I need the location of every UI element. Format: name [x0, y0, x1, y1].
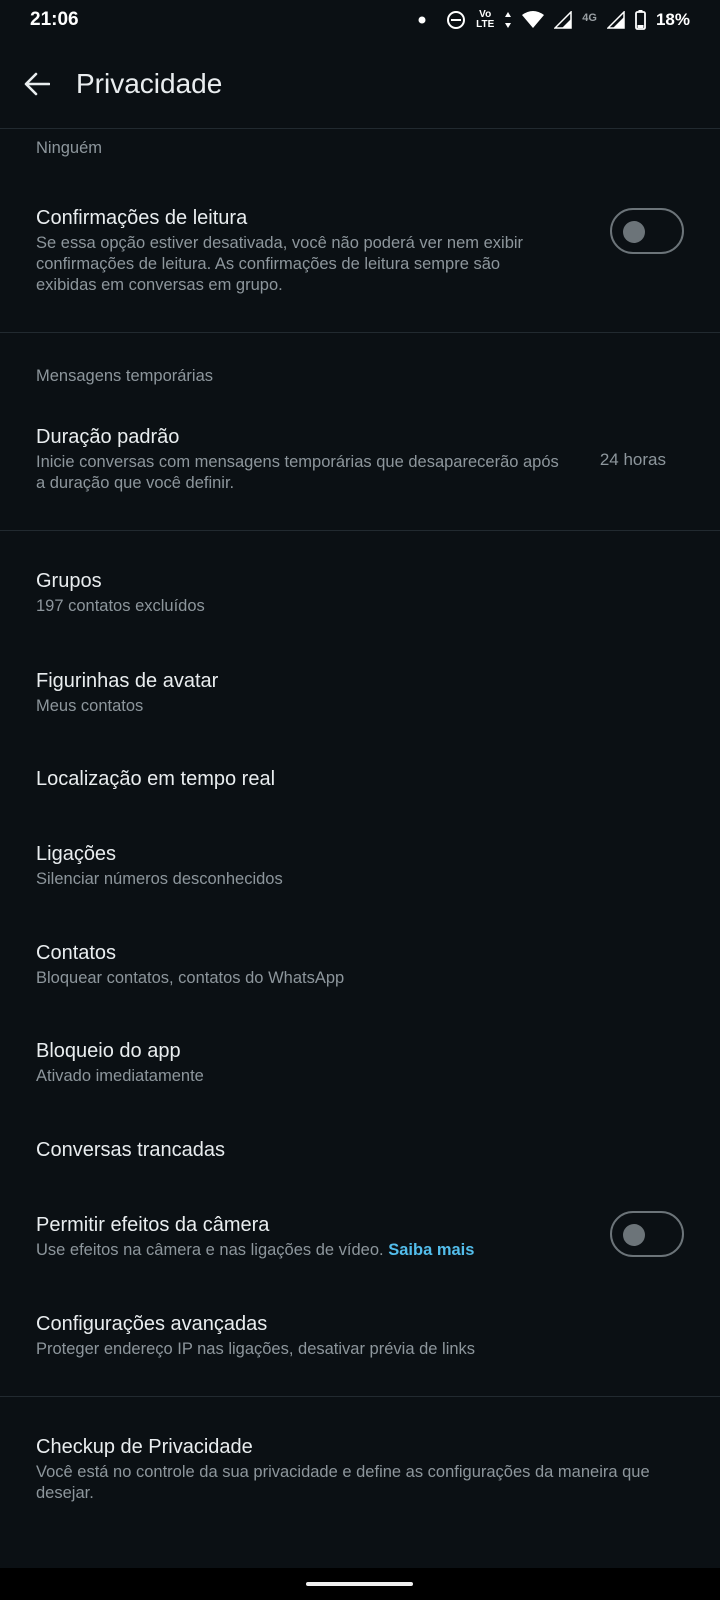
- battery-icon: [635, 10, 646, 30]
- item-subtitle: 197 contatos excluídos: [36, 597, 205, 615]
- item-subtitle: Use efeitos na câmera e nas ligações de …: [36, 1240, 570, 1261]
- app-bar: Privacidade: [0, 40, 720, 129]
- profile-visibility-item[interactable]: Ninguém: [36, 136, 684, 159]
- privacy-checkup-item[interactable]: Checkup de Privacidade Você está no cont…: [36, 1434, 684, 1504]
- item-title: Grupos: [36, 570, 102, 592]
- data-arrows-icon: [504, 11, 512, 29]
- signal-2-icon: [606, 11, 625, 29]
- toggle-knob: [623, 1224, 645, 1246]
- app-lock-item[interactable]: Bloqueio do app Ativado imediatamente: [36, 1038, 684, 1087]
- item-title: Contatos: [36, 942, 117, 964]
- item-title: Duração padrão: [36, 426, 180, 448]
- back-button[interactable]: [0, 54, 74, 114]
- volte-icon: Vo LTE: [476, 10, 494, 30]
- arrow-back-icon: [24, 72, 50, 96]
- item-title: Checkup de Privacidade: [36, 1436, 253, 1458]
- divider: [0, 530, 720, 531]
- divider: [0, 1396, 720, 1397]
- avatar-stickers-item[interactable]: Figurinhas de avatar Meus contatos: [36, 668, 684, 717]
- item-subtitle: Silenciar números desconhecidos: [36, 870, 283, 888]
- wifi-icon: [522, 11, 545, 29]
- signal-1-icon: [554, 11, 573, 29]
- navigation-bar: [0, 1568, 720, 1600]
- camera-effects-toggle[interactable]: [610, 1211, 684, 1257]
- read-receipts-toggle[interactable]: [610, 208, 684, 254]
- item-title: Localização em tempo real: [36, 768, 276, 790]
- item-title: Configurações avançadas: [36, 1313, 268, 1335]
- item-title: Figurinhas de avatar: [36, 670, 219, 692]
- read-receipts-item[interactable]: Confirmações de leitura Se essa opção es…: [36, 205, 550, 296]
- section-header-temporary-messages: Mensagens temporárias: [36, 367, 214, 385]
- status-icons: Vo LTE 4G 18%: [418, 10, 690, 30]
- item-subtitle: Meus contatos: [36, 697, 144, 715]
- item-subtitle: Proteger endereço IP nas ligações, desat…: [36, 1340, 476, 1358]
- locked-chats-item[interactable]: Conversas trancadas: [36, 1137, 684, 1163]
- learn-more-link[interactable]: Saiba mais: [388, 1241, 474, 1259]
- item-title: Ligações: [36, 843, 117, 865]
- item-title: Conversas trancadas: [36, 1139, 225, 1161]
- item-subtitle: Bloquear contatos, contatos do WhatsApp: [36, 969, 345, 987]
- do-not-disturb-icon: [446, 10, 466, 30]
- volte-bottom-label: LTE: [476, 19, 495, 30]
- default-duration-value: 24 horas: [599, 450, 666, 469]
- camera-effects-description: Use efeitos na câmera e nas ligações de …: [36, 1241, 384, 1259]
- advanced-settings-item[interactable]: Configurações avançadas Proteger endereç…: [36, 1311, 684, 1360]
- item-subtitle: Inicie conversas com mensagens temporári…: [36, 453, 559, 492]
- battery-percent: 18%: [655, 10, 690, 29]
- network-type-label: 4G: [582, 12, 597, 24]
- item-subtitle: Você está no controle da sua privacidade…: [36, 1463, 650, 1502]
- divider: [0, 332, 720, 333]
- calls-item[interactable]: Ligações Silenciar números desconhecidos: [36, 841, 684, 890]
- status-time: 21:06: [30, 9, 79, 30]
- item-subtitle: Ninguém: [36, 139, 103, 157]
- item-title: Confirmações de leitura: [36, 207, 248, 229]
- item-subtitle: Se essa opção estiver desativada, você n…: [36, 234, 524, 294]
- home-gesture-handle[interactable]: [306, 1582, 413, 1586]
- page-title: Privacidade: [76, 68, 223, 99]
- camera-effects-item[interactable]: Permitir efeitos da câmera Use efeitos n…: [36, 1212, 570, 1261]
- contacts-item[interactable]: Contatos Bloquear contatos, contatos do …: [36, 940, 684, 989]
- item-subtitle: Ativado imediatamente: [36, 1067, 204, 1085]
- toggle-knob: [623, 221, 645, 243]
- item-title: Permitir efeitos da câmera: [36, 1214, 270, 1236]
- live-location-item[interactable]: Localização em tempo real: [36, 766, 684, 792]
- item-title: Bloqueio do app: [36, 1040, 181, 1062]
- groups-item[interactable]: Grupos 197 contatos excluídos: [36, 568, 684, 617]
- status-bar: 21:06 Vo LTE 4G 18%: [0, 0, 720, 40]
- notification-dot-icon: [418, 16, 426, 24]
- default-duration-item[interactable]: Duração padrão Inicie conversas com mens…: [36, 424, 560, 494]
